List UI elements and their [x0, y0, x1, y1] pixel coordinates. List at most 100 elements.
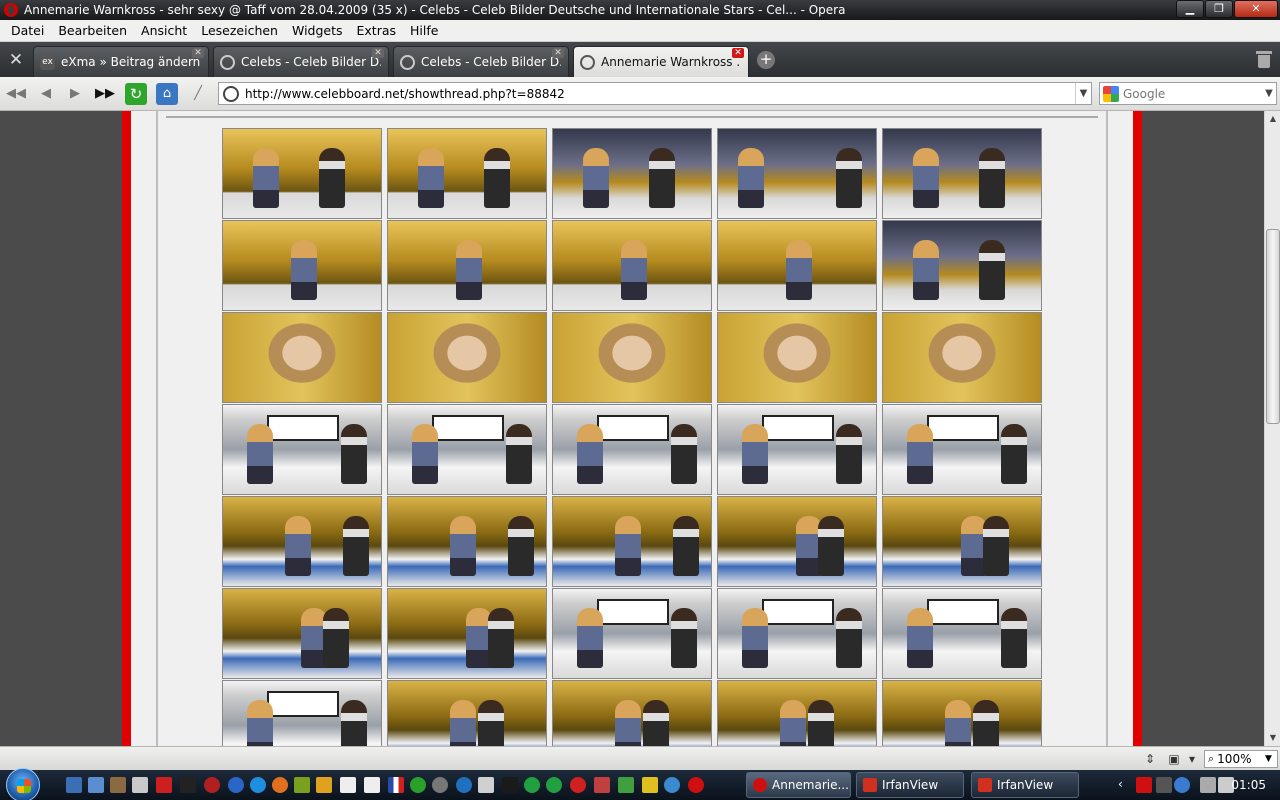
thumbnail[interactable] — [222, 496, 382, 587]
chevron-down-icon[interactable]: ▼ — [1262, 88, 1276, 99]
quicklaunch-icon[interactable] — [156, 777, 172, 793]
quicklaunch-icon[interactable] — [502, 777, 518, 793]
thumbnail[interactable] — [882, 128, 1042, 219]
thumbnail[interactable] — [882, 404, 1042, 495]
taskbar-clock[interactable]: 01:05 — [1231, 778, 1266, 792]
thumbnail[interactable] — [717, 404, 877, 495]
pan-icon[interactable]: ⇕ — [1142, 751, 1158, 767]
new-tab-button[interactable]: + — [757, 51, 775, 69]
thumbnail[interactable] — [387, 680, 547, 746]
thumbnail[interactable] — [387, 588, 547, 679]
fast-forward-icon[interactable]: ▶▶ — [94, 83, 116, 105]
thumbnail[interactable] — [717, 312, 877, 403]
back-icon[interactable]: ◀ — [35, 83, 57, 105]
thumbnail[interactable] — [882, 496, 1042, 587]
chevron-down-icon[interactable]: ▾ — [1184, 751, 1200, 767]
close-tab-icon[interactable]: ✕ — [552, 48, 564, 58]
menu-widgets[interactable]: Widgets — [285, 23, 350, 38]
thumbnail[interactable] — [387, 496, 547, 587]
close-tab-icon[interactable]: ✕ — [192, 48, 204, 58]
forward-icon[interactable]: ▶ — [64, 83, 86, 105]
thumbnail[interactable] — [387, 312, 547, 403]
scroll-down-icon[interactable]: ▼ — [1265, 730, 1280, 746]
quicklaunch-icon[interactable] — [410, 777, 426, 793]
quicklaunch-icon[interactable] — [364, 777, 380, 793]
menu-bearbeiten[interactable]: Bearbeiten — [51, 23, 134, 38]
menu-hilfe[interactable]: Hilfe — [403, 23, 445, 38]
thumbnail[interactable] — [552, 404, 712, 495]
quicklaunch-icon[interactable] — [110, 777, 126, 793]
thumbnail[interactable] — [222, 588, 382, 679]
taskbar-irfanview-1[interactable]: IrfanView — [856, 772, 964, 798]
search-input[interactable] — [1123, 86, 1262, 101]
desktop-icon[interactable] — [88, 777, 104, 793]
thumbnail[interactable] — [552, 496, 712, 587]
quicklaunch-icon[interactable] — [618, 777, 634, 793]
quicklaunch-icon[interactable] — [66, 777, 82, 793]
start-button[interactable] — [6, 768, 40, 800]
quicklaunch-icon[interactable] — [524, 777, 540, 793]
thumbnail[interactable] — [552, 128, 712, 219]
menu-extras[interactable]: Extras — [350, 23, 404, 38]
camera-icon[interactable]: ▣ — [1166, 751, 1182, 767]
thumbnail[interactable] — [387, 128, 547, 219]
thumbnail[interactable] — [882, 312, 1042, 403]
thumbnail[interactable] — [717, 588, 877, 679]
quicklaunch-icon[interactable] — [132, 777, 148, 793]
tray-expand-icon[interactable]: ‹ — [1118, 777, 1134, 793]
quicklaunch-icon[interactable] — [642, 777, 658, 793]
address-bar[interactable]: http://www.celebboard.net/showthread.php… — [218, 82, 1092, 105]
thumbnail[interactable] — [387, 220, 547, 311]
wand-icon[interactable]: ╱ — [187, 83, 209, 105]
tray-icon[interactable] — [1136, 777, 1152, 793]
menu-lesezeichen[interactable]: Lesezeichen — [194, 23, 285, 38]
minimize-button[interactable]: ▁ — [1176, 0, 1204, 18]
thumbnail[interactable] — [552, 312, 712, 403]
menu-ansicht[interactable]: Ansicht — [134, 23, 194, 38]
trash-icon[interactable] — [1256, 49, 1272, 69]
taskbar-opera-window[interactable]: Annemarie... — [746, 772, 851, 798]
tray-icon[interactable] — [1174, 777, 1190, 793]
wrench-icon[interactable]: ✕ — [4, 49, 28, 71]
thumbnail[interactable] — [222, 128, 382, 219]
taskbar-irfanview-2[interactable]: IrfanView — [971, 772, 1079, 798]
close-tab-icon[interactable]: ✕ — [372, 48, 384, 58]
scroll-thumb[interactable] — [1266, 229, 1280, 424]
scroll-up-icon[interactable]: ▲ — [1265, 111, 1280, 127]
quicklaunch-icon[interactable] — [664, 777, 680, 793]
search-box[interactable]: ▼ — [1099, 82, 1277, 105]
tab-celebs-2[interactable]: Celebs - Celeb Bilder D... ✕ — [393, 46, 569, 77]
opera-icon[interactable] — [688, 777, 704, 793]
thumbnail[interactable] — [882, 680, 1042, 746]
quicklaunch-icon[interactable] — [594, 777, 610, 793]
tab-annemarie[interactable]: Annemarie Warnkross ... ✕ — [573, 46, 749, 77]
vertical-scrollbar[interactable]: ▲ ▼ — [1264, 111, 1280, 746]
quicklaunch-icon[interactable] — [456, 777, 472, 793]
quicklaunch-icon[interactable] — [228, 777, 244, 793]
chevron-down-icon[interactable]: ▼ — [1265, 754, 1277, 764]
thumbnail[interactable] — [552, 680, 712, 746]
thumbnail[interactable] — [222, 680, 382, 746]
thumbnail[interactable] — [882, 220, 1042, 311]
zoom-control[interactable]: ⌕ 100% ▼ — [1204, 750, 1278, 768]
maximize-button[interactable]: ❐ — [1205, 0, 1233, 18]
address-url[interactable]: http://www.celebboard.net/showthread.php… — [245, 87, 1075, 101]
home-icon[interactable]: ⌂ — [156, 83, 178, 105]
thumbnail[interactable] — [222, 404, 382, 495]
quicklaunch-icon[interactable] — [204, 777, 220, 793]
tray-icon[interactable] — [1156, 777, 1172, 793]
quicklaunch-icon[interactable] — [432, 777, 448, 793]
thumbnail[interactable] — [882, 588, 1042, 679]
quicklaunch-icon[interactable] — [478, 777, 494, 793]
thumbnail[interactable] — [222, 312, 382, 403]
thumbnail[interactable] — [222, 220, 382, 311]
chevron-down-icon[interactable]: ▼ — [1075, 83, 1091, 104]
firefox-icon[interactable] — [272, 777, 288, 793]
thumbnail[interactable] — [717, 496, 877, 587]
rewind-icon[interactable]: ◀◀ — [5, 83, 27, 105]
quicklaunch-icon[interactable] — [180, 777, 196, 793]
thumbnail[interactable] — [552, 588, 712, 679]
thumbnail[interactable] — [717, 128, 877, 219]
thumbnail[interactable] — [552, 220, 712, 311]
google-icon[interactable] — [1103, 85, 1119, 102]
